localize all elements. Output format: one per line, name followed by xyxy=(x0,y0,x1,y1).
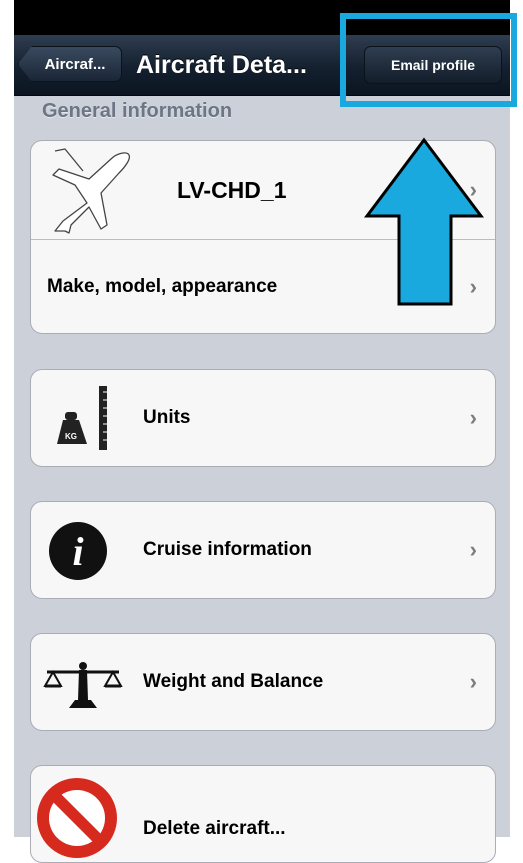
weight-balance-label: Weight and Balance xyxy=(143,671,324,692)
units-group: KG Units › xyxy=(30,369,496,467)
chevron-right-icon: › xyxy=(469,537,477,562)
weight-balance-group: Weight and Balance › xyxy=(30,633,496,731)
cruise-row[interactable]: i Cruise information › xyxy=(31,502,495,598)
kg-badge: KG xyxy=(65,432,77,441)
balance-scale-icon xyxy=(43,662,123,708)
section-header: General information xyxy=(42,100,233,122)
highlight-box xyxy=(340,13,517,107)
scale-weight-kg-icon: KG xyxy=(57,386,107,450)
make-model-label: Make, model, appearance xyxy=(47,275,278,297)
back-button[interactable]: Aircraf... xyxy=(18,46,122,82)
airplane-outline-icon xyxy=(52,148,131,234)
chevron-right-icon: › xyxy=(469,669,477,694)
units-label: Units xyxy=(143,407,191,428)
units-row[interactable]: KG Units › xyxy=(31,370,495,466)
info-glyph: i xyxy=(72,529,83,574)
delete-aircraft-row[interactable]: Delete aircraft... xyxy=(31,766,495,862)
cruise-group: i Cruise information › xyxy=(30,501,496,599)
prohibited-icon xyxy=(37,778,117,858)
weight-balance-row[interactable]: Weight and Balance › xyxy=(31,634,495,730)
info-icon: i xyxy=(49,522,107,580)
cruise-label: Cruise information xyxy=(143,539,312,560)
delete-group: Delete aircraft... xyxy=(30,765,496,863)
page-title: Aircraft Deta... xyxy=(136,50,307,79)
aircraft-name-label: LV-CHD_1 xyxy=(177,176,287,203)
chevron-right-icon: › xyxy=(469,405,477,430)
up-arrow-icon xyxy=(364,137,484,306)
